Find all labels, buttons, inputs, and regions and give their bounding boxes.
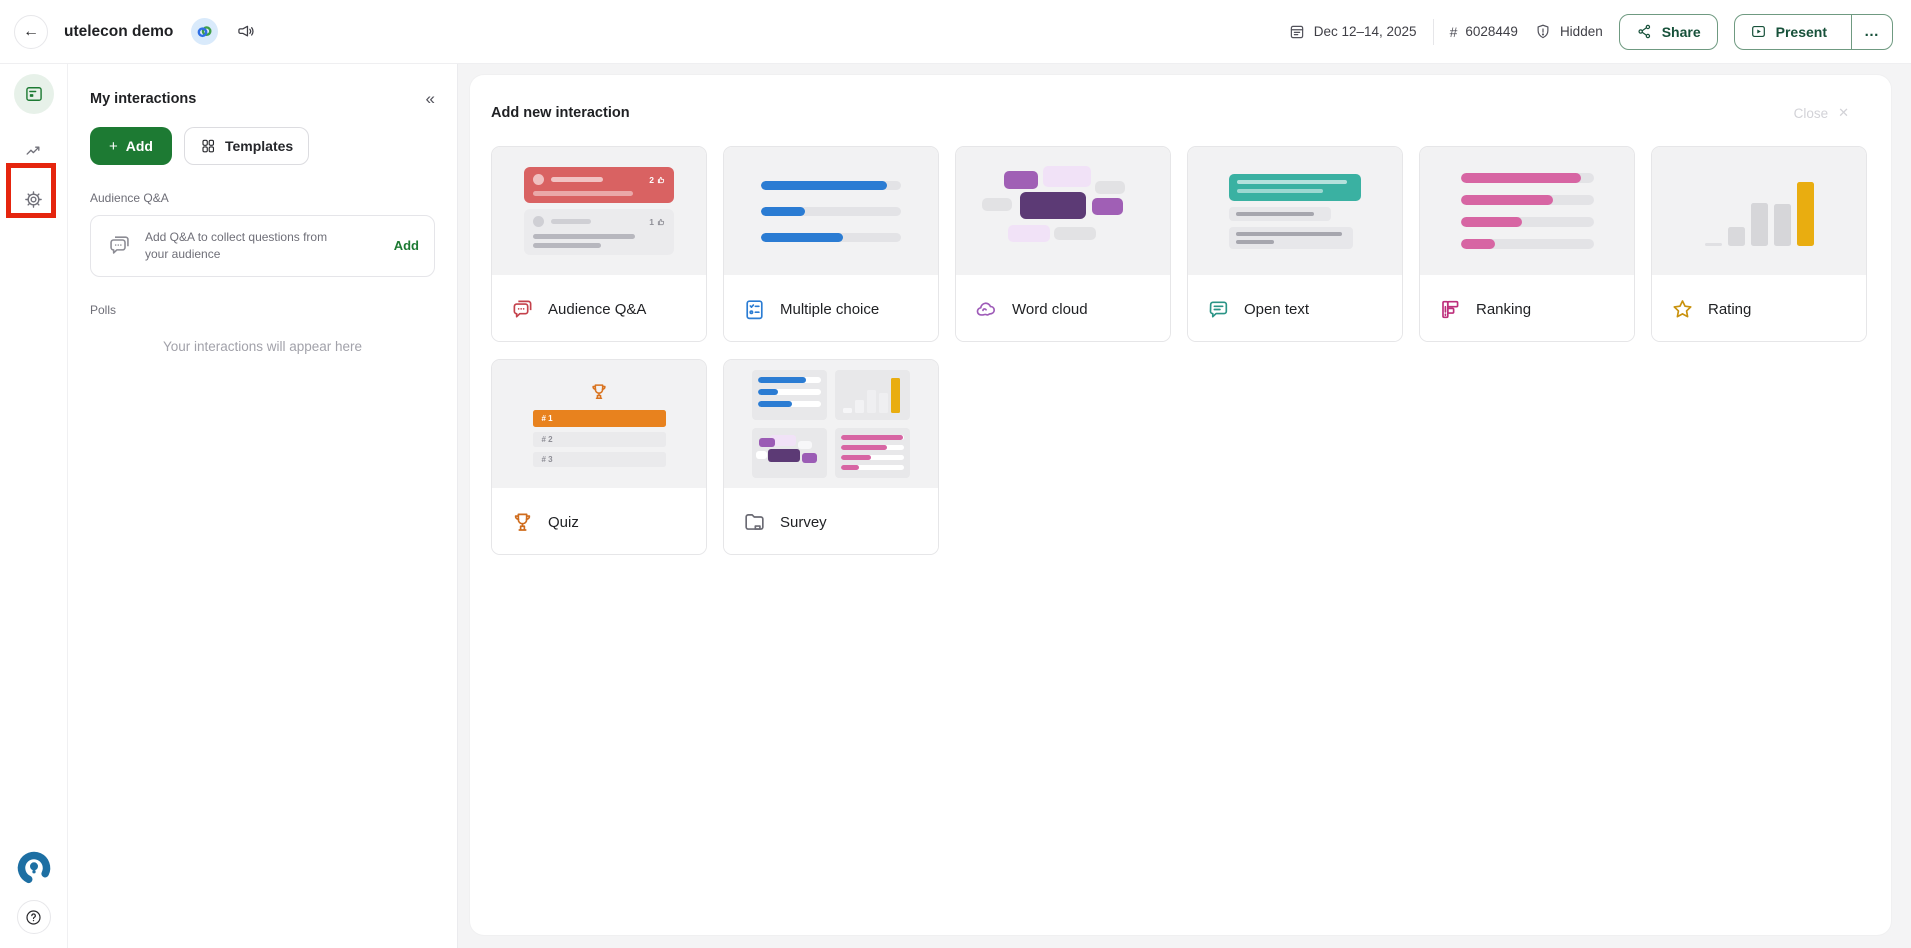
close-label: Close xyxy=(1794,106,1829,121)
card-label: Multiple choice xyxy=(780,301,879,318)
rail-item-settings[interactable] xyxy=(23,189,44,210)
card-ranking[interactable]: Ranking xyxy=(1419,146,1635,342)
card-rating[interactable]: Rating xyxy=(1651,146,1867,342)
panel-header: Add new interaction xyxy=(491,105,1871,121)
collapse-panel-icon[interactable]: « xyxy=(426,90,435,107)
qna-add-link[interactable]: Add xyxy=(394,238,419,253)
templates-button[interactable]: Templates xyxy=(184,127,309,165)
qna-promo-card: Add Q&A to collect questions from your a… xyxy=(90,215,435,277)
quiz-rank-label: # 3 xyxy=(542,455,553,464)
topbar: ← utelecon demo Dec 12–14, 2025 # 602844… xyxy=(0,0,1911,64)
qna-section-label: Audience Q&A xyxy=(90,191,435,205)
qna-promo-text: Add Q&A to collect questions from your a… xyxy=(145,229,331,263)
card-label: Rating xyxy=(1708,301,1751,318)
divider xyxy=(1433,19,1434,45)
templates-button-label: Templates xyxy=(225,138,293,154)
multiple-choice-icon xyxy=(742,297,767,322)
add-interaction-button[interactable]: + Add xyxy=(90,127,172,165)
close-panel-button[interactable]: Close ✕ xyxy=(1794,105,1849,121)
slides-icon xyxy=(24,84,44,104)
share-nodes-icon xyxy=(1636,23,1653,40)
speech-bubbles-icon xyxy=(106,232,133,259)
gear-icon xyxy=(23,189,44,210)
back-arrow-icon: ← xyxy=(23,23,39,41)
quiz-illustration: # 1 # 2 # 3 xyxy=(492,360,706,488)
voting-code-value: 6028449 xyxy=(1465,24,1518,39)
rail-item-interactions[interactable] xyxy=(14,74,54,114)
survey-illustration xyxy=(724,360,938,488)
rail-item-results[interactable] xyxy=(24,141,43,160)
card-label: Ranking xyxy=(1476,301,1531,318)
close-icon: ✕ xyxy=(1838,105,1849,121)
hash-icon: # xyxy=(1450,24,1458,40)
vote-count: 1 xyxy=(649,217,654,227)
card-label: Open text xyxy=(1244,301,1309,318)
quiz-trophy-icon xyxy=(510,510,535,535)
share-label: Share xyxy=(1662,24,1701,40)
presentation-title: utelecon demo xyxy=(64,23,173,41)
interaction-grid: 2 1 xyxy=(491,146,1871,555)
ranking-icon xyxy=(1438,297,1463,322)
calendar-icon xyxy=(1288,23,1306,41)
trophy-illustration-icon xyxy=(588,381,610,403)
card-quiz[interactable]: # 1 # 2 # 3 Quiz xyxy=(491,359,707,555)
integration-badge[interactable] xyxy=(191,18,218,45)
word-cloud-icon xyxy=(974,297,999,322)
add-interaction-panel: Add new interaction Close ✕ 2 xyxy=(470,75,1891,935)
add-button-label: Add xyxy=(126,138,153,154)
visibility-status[interactable]: Hidden xyxy=(1534,23,1603,41)
word-cloud-illustration xyxy=(956,147,1170,275)
vote-count: 2 xyxy=(649,175,654,185)
qna-illustration: 2 1 xyxy=(492,147,706,275)
date-range[interactable]: Dec 12–14, 2025 xyxy=(1288,23,1417,41)
share-button[interactable]: Share xyxy=(1619,14,1718,50)
play-icon xyxy=(1750,23,1767,40)
polls-empty-text: Your interactions will appear here xyxy=(90,339,435,354)
date-range-label: Dec 12–14, 2025 xyxy=(1314,24,1417,39)
interactions-panel: My interactions « + Add Templates Audien… xyxy=(68,64,458,948)
card-label: Audience Q&A xyxy=(548,301,646,318)
card-multiple-choice[interactable]: Multiple choice xyxy=(723,146,939,342)
back-button[interactable]: ← xyxy=(14,15,48,49)
audience-qna-icon xyxy=(510,297,535,322)
main-area: Add new interaction Close ✕ 2 xyxy=(458,64,1911,948)
present-label: Present xyxy=(1776,24,1827,40)
card-word-cloud[interactable]: Word cloud xyxy=(955,146,1171,342)
help-button[interactable] xyxy=(17,900,51,934)
panel-title: My interactions xyxy=(90,91,196,107)
more-options-button[interactable]: … xyxy=(1851,15,1892,49)
open-text-icon xyxy=(1206,297,1231,322)
survey-folder-icon xyxy=(742,510,767,535)
polls-section-label: Polls xyxy=(90,303,435,317)
templates-grid-icon xyxy=(200,138,216,154)
card-label: Quiz xyxy=(548,514,579,531)
card-open-text[interactable]: Open text xyxy=(1187,146,1403,342)
logo-rings-icon xyxy=(196,23,213,40)
app-logo[interactable] xyxy=(16,850,52,886)
present-split-button: Present … xyxy=(1734,14,1893,50)
rating-illustration xyxy=(1652,147,1866,275)
card-audience-qna[interactable]: 2 1 xyxy=(491,146,707,342)
voting-code[interactable]: # 6028449 xyxy=(1450,24,1518,40)
plus-icon: + xyxy=(109,138,118,155)
card-label: Survey xyxy=(780,514,827,531)
icon-rail xyxy=(0,64,68,948)
ranking-illustration xyxy=(1420,147,1634,275)
present-button[interactable]: Present xyxy=(1735,15,1842,49)
visibility-label: Hidden xyxy=(1560,24,1603,39)
trend-up-icon xyxy=(24,141,43,160)
megaphone-icon[interactable] xyxy=(236,22,255,41)
ellipsis-icon: … xyxy=(1864,23,1880,40)
rating-star-icon xyxy=(1670,297,1695,322)
open-text-illustration xyxy=(1188,147,1402,275)
utelecon-logo-icon xyxy=(16,850,52,886)
question-icon xyxy=(24,908,43,927)
shield-alert-icon xyxy=(1534,23,1552,41)
card-label: Word cloud xyxy=(1012,301,1088,318)
card-survey[interactable]: Survey xyxy=(723,359,939,555)
quiz-rank-label: # 2 xyxy=(542,435,553,444)
quiz-rank-label: # 1 xyxy=(542,414,553,423)
multiple-choice-illustration xyxy=(724,147,938,275)
